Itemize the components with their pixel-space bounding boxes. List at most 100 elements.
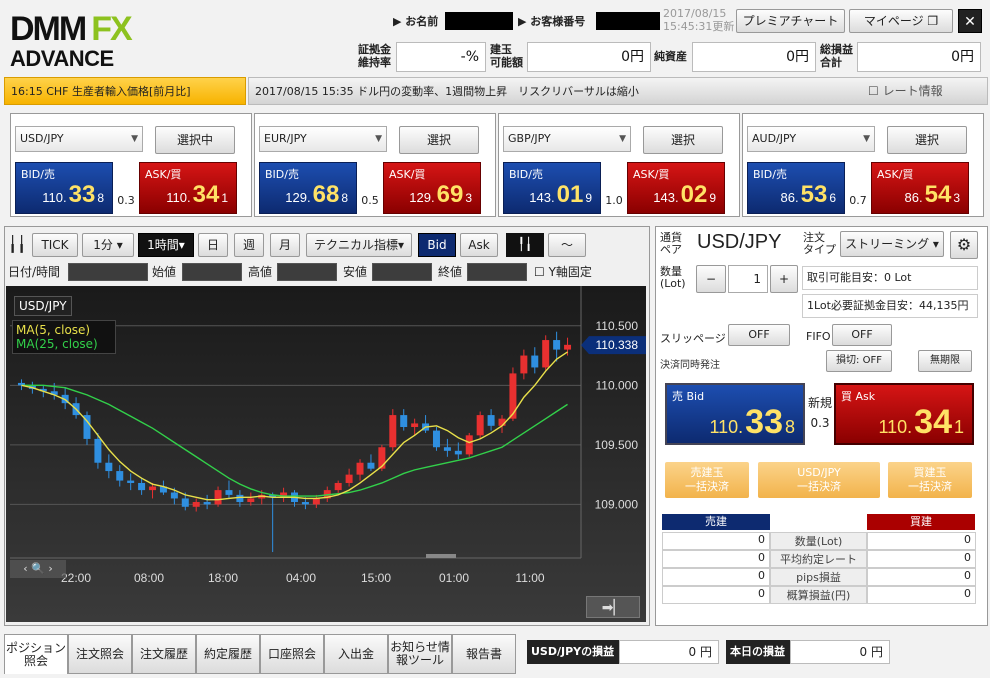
week-button[interactable]: 週 xyxy=(234,233,264,257)
bid-price-button[interactable]: BID/売 143.01 9 xyxy=(503,162,601,214)
bid-price-button[interactable]: BID/売 129.68 8 xyxy=(259,162,357,214)
technical-indicator-dropdown[interactable]: テクニカル指標▾ xyxy=(306,233,412,257)
chart-zoom-controls[interactable]: ‹ 🔍 › xyxy=(10,560,66,578)
logo-advance: ADVANCE xyxy=(10,46,114,71)
ask-price-button[interactable]: ASK/買 86.54 3 xyxy=(871,162,969,214)
tab-4[interactable]: 口座照会 xyxy=(260,634,324,674)
expiry-button[interactable]: 無期限 xyxy=(918,350,972,372)
candle-body xyxy=(127,480,135,483)
y-axis-fix-checkbox[interactable]: ☐ Y軸固定 xyxy=(534,263,592,280)
datetime-label: 日付/時間 xyxy=(8,265,61,279)
position-metric-label: pips損益 xyxy=(770,568,867,586)
tab-7[interactable]: 報告書 xyxy=(452,634,516,674)
candle-body xyxy=(367,462,375,469)
buy-header: 買建 xyxy=(867,514,975,530)
bid-price-button[interactable]: BID/売 110.33 8 xyxy=(15,162,113,214)
sell-settle-all-button[interactable]: 売建玉 一括決済 xyxy=(665,462,749,498)
tab-5[interactable]: 入出金 xyxy=(324,634,388,674)
pair-select[interactable]: AUD/JPY ▼ xyxy=(747,126,875,152)
slippage-toggle[interactable]: OFF xyxy=(728,324,790,346)
candle-body xyxy=(225,490,233,495)
name-label: ▶ お名前 xyxy=(393,15,439,28)
scrollbar-thumb xyxy=(426,554,456,558)
tab-2[interactable]: 注文履歴 xyxy=(132,634,196,674)
candlestick-chart-button[interactable]: ╿╽ xyxy=(506,233,544,257)
pair-select[interactable]: USD/JPY ▼ xyxy=(15,126,143,152)
bid-price-button[interactable]: BID/売 86.53 6 xyxy=(747,162,845,214)
mypage-button[interactable]: マイページ ❐ xyxy=(849,9,953,33)
jump-to-end-icon: ➡▏ xyxy=(601,600,625,616)
select-button[interactable]: 選択 xyxy=(643,126,723,154)
candle-body xyxy=(356,462,364,475)
candle-body xyxy=(181,498,189,507)
position-available-value: 0円 xyxy=(527,42,651,72)
candle-body xyxy=(389,415,397,448)
minute-dropdown[interactable]: 1分 ▾ xyxy=(82,233,134,257)
chart-legend: MA(5, close) MA(25, close) xyxy=(12,320,116,354)
stop-loss-button[interactable]: 損切: OFF xyxy=(826,350,892,372)
chart-latest-button[interactable]: ➡▏ xyxy=(586,596,640,618)
premier-chart-button[interactable]: プレミアチャート xyxy=(736,9,845,33)
quantity-plus-button[interactable]: + xyxy=(770,265,798,293)
position-metric-label: 概算損益(円) xyxy=(770,586,867,604)
sell-bid-button[interactable]: 売 Bid 110.33 8 xyxy=(665,383,805,445)
select-button[interactable]: 選択中 xyxy=(155,126,235,154)
fifo-toggle[interactable]: OFF xyxy=(832,324,892,346)
position-metric-label: 平均約定レート xyxy=(770,550,867,568)
hour-dropdown[interactable]: 1時間▾ xyxy=(138,233,194,257)
event-ticker[interactable]: 16:15 CHF 生産者輸入価格[前月比] xyxy=(4,77,246,105)
select-button[interactable]: 選択 xyxy=(887,126,967,154)
ask-price-button[interactable]: ASK/買 110.34 1 xyxy=(139,162,237,214)
buy-settle-all-button[interactable]: 買建玉 一括決済 xyxy=(888,462,972,498)
legend-ma5: MA(5, close) xyxy=(16,323,91,337)
tab-0[interactable]: ポジション照会 xyxy=(4,634,68,674)
pair-select[interactable]: EUR/JPY ▼ xyxy=(259,126,387,152)
pair-select[interactable]: GBP/JPY ▼ xyxy=(503,126,631,152)
order-type-label: 注文 タイプ xyxy=(803,231,836,256)
fifo-label: FIFO xyxy=(806,330,831,343)
tab-3[interactable]: 約定履歴 xyxy=(196,634,260,674)
total-pl-label: 総損益 合計 xyxy=(820,43,853,69)
settings-button[interactable]: ⚙ xyxy=(950,231,978,259)
tick-button[interactable]: TICK xyxy=(32,233,78,257)
buy-ask-button[interactable]: 買 Ask 110.34 1 xyxy=(834,383,974,445)
candle-body xyxy=(487,415,495,426)
sell-header: 売建 xyxy=(662,514,770,530)
candle-body xyxy=(509,373,517,419)
close-button[interactable]: ✕ xyxy=(958,9,982,33)
tab-1[interactable]: 注文照会 xyxy=(68,634,132,674)
ask-price-button[interactable]: ASK/買 129.69 3 xyxy=(383,162,481,214)
candle-body xyxy=(312,498,320,505)
quantity-input[interactable]: 1 xyxy=(728,265,768,293)
tab-6[interactable]: お知らせ情報ツール xyxy=(388,634,452,674)
month-button[interactable]: 月 xyxy=(270,233,300,257)
select-button[interactable]: 選択 xyxy=(399,126,479,154)
spread: 0.5 xyxy=(361,194,379,207)
quantity-minus-button[interactable]: − xyxy=(696,265,726,293)
logo: DMM FX xyxy=(10,10,133,48)
net-assets-label: 純資産 xyxy=(654,50,687,63)
new-order-label: 新規 xyxy=(807,396,832,410)
candle-body xyxy=(443,447,451,451)
line-chart-button[interactable]: 〜 xyxy=(548,233,586,257)
open-field xyxy=(182,263,242,281)
candle-body xyxy=(192,502,200,507)
candle-body xyxy=(400,415,408,427)
low-label: 安値 xyxy=(343,265,368,279)
net-assets-value: 0円 xyxy=(692,42,816,72)
bid-toggle[interactable]: Bid xyxy=(418,233,456,257)
position-row: 0 数量(Lot) 0 xyxy=(662,532,976,550)
candle-body xyxy=(149,486,157,491)
ask-price-button[interactable]: ASK/買 143.02 9 xyxy=(627,162,725,214)
candle-body xyxy=(214,490,222,505)
position-row: 0 概算損益(円) 0 xyxy=(662,586,976,604)
candle-icon[interactable]: ╽╽ xyxy=(8,233,26,257)
day-button[interactable]: 日 xyxy=(198,233,228,257)
rate-info-checkbox[interactable]: ☐ レート情報 xyxy=(868,82,943,99)
day-pl-label: 本日の損益 xyxy=(726,640,790,664)
ask-toggle[interactable]: Ask xyxy=(460,233,498,257)
close-icon: ✕ xyxy=(964,14,976,30)
pair-settle-all-button[interactable]: USD/JPY 一括決済 xyxy=(758,462,880,498)
candle-body xyxy=(105,462,113,472)
order-type-dropdown[interactable]: ストリーミング ▾ xyxy=(840,231,944,257)
